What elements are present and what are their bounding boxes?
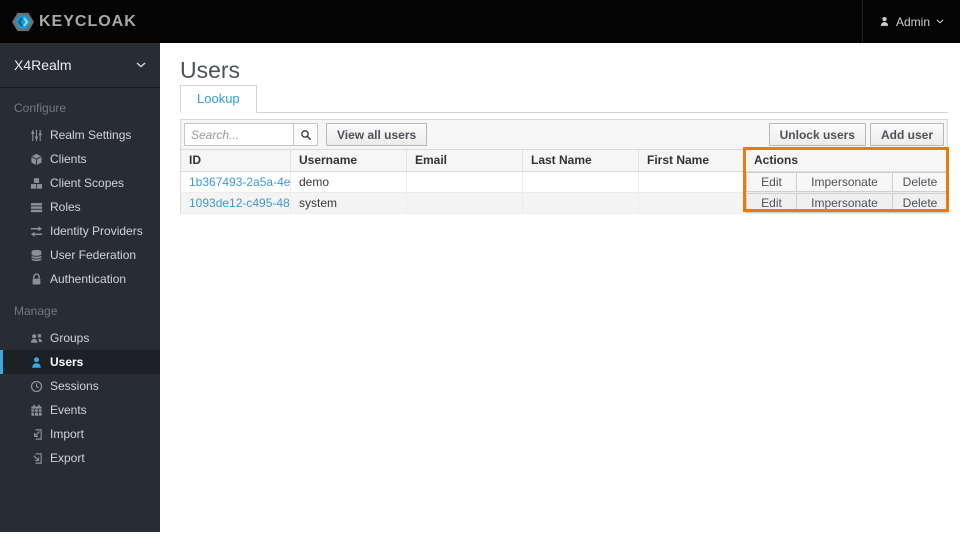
sidebar-item-export[interactable]: Export xyxy=(0,446,160,470)
users-table: ID Username Email Last Name First Name A… xyxy=(180,150,949,214)
users-icon xyxy=(29,331,43,345)
add-user-button[interactable]: Add user xyxy=(869,123,944,146)
sidebar-item-authentication[interactable]: Authentication xyxy=(0,267,160,291)
username-cell: demo xyxy=(290,171,407,193)
sidebar-item-label: Users xyxy=(50,355,84,369)
sidebar-item-identity-providers[interactable]: Identity Providers xyxy=(0,219,160,243)
admin-menu-label: Admin xyxy=(895,14,930,29)
sidebar-item-label: Events xyxy=(50,403,87,417)
realm-name: X4Realm xyxy=(14,57,72,73)
user-id-link[interactable]: 1b367493-2a5a-4edc-... xyxy=(189,175,290,189)
export-icon xyxy=(29,451,43,465)
sidebar-item-label: Roles xyxy=(50,200,81,214)
brand-text: KEYCLOAK xyxy=(39,12,137,30)
chevron-down-icon xyxy=(136,62,146,68)
main-content: Users Lookup View all users Unlock users… xyxy=(160,43,960,540)
first-name-cell xyxy=(638,192,746,214)
user-id-link[interactable]: 1093de12-c495-48d8-... xyxy=(189,196,290,210)
impersonate-button[interactable]: Impersonate xyxy=(796,171,893,191)
keycloak-logo[interactable]: KEYCLOAK xyxy=(0,11,137,33)
view-all-users-button[interactable]: View all users xyxy=(326,123,428,146)
email-cell xyxy=(406,171,523,193)
last-name-cell xyxy=(522,192,639,214)
unlock-users-button[interactable]: Unlock users xyxy=(768,123,866,146)
actions-cell: Edit Impersonate Delete xyxy=(745,192,949,214)
actions-cell: Edit Impersonate Delete xyxy=(745,171,949,193)
sidebar-item-label: Client Scopes xyxy=(50,176,125,190)
first-name-cell xyxy=(638,171,746,193)
section-label-configure: Configure xyxy=(14,101,67,115)
import-icon xyxy=(29,427,43,441)
database-icon xyxy=(29,248,43,262)
search-input[interactable] xyxy=(184,123,294,146)
last-name-cell xyxy=(522,171,639,193)
row-actions: Edit Impersonate Delete xyxy=(746,192,948,212)
username-cell: system xyxy=(290,192,407,214)
search-icon xyxy=(300,129,312,141)
sliders-icon xyxy=(29,128,43,142)
sidebar-item-label: Realm Settings xyxy=(50,128,132,142)
column-header-id: ID xyxy=(180,150,291,172)
tab-lookup[interactable]: Lookup xyxy=(180,85,257,113)
topbar: KEYCLOAK Admin xyxy=(0,0,960,43)
delete-button[interactable]: Delete xyxy=(892,192,948,212)
section-label-manage: Manage xyxy=(14,304,58,318)
row-actions: Edit Impersonate Delete xyxy=(746,171,948,191)
calendar-icon xyxy=(29,403,43,417)
email-cell xyxy=(406,192,523,214)
sidebar: X4Realm Configure Realm Settings Clients… xyxy=(0,43,160,532)
sidebar-item-sessions[interactable]: Sessions xyxy=(0,374,160,398)
page-title: Users xyxy=(180,57,241,83)
chevron-down-icon xyxy=(936,19,944,24)
list-icon xyxy=(29,200,43,214)
sidebar-item-label: User Federation xyxy=(50,248,137,262)
tabbar: Lookup xyxy=(180,85,948,113)
sidebar-item-label: Authentication xyxy=(50,272,127,286)
sidebar-item-user-federation[interactable]: User Federation xyxy=(0,243,160,267)
cubes-icon xyxy=(29,176,43,190)
cube-icon xyxy=(29,152,43,166)
sidebar-item-import[interactable]: Import xyxy=(0,422,160,446)
sidebar-item-clients[interactable]: Clients xyxy=(0,147,160,171)
sidebar-item-roles[interactable]: Roles xyxy=(0,195,160,219)
sidebar-item-label: Groups xyxy=(50,331,90,345)
sidebar-item-groups[interactable]: Groups xyxy=(0,326,160,350)
user-icon xyxy=(29,355,43,369)
clock-icon xyxy=(29,379,43,393)
table-header-row: ID Username Email Last Name First Name A… xyxy=(180,150,949,172)
column-header-username: Username xyxy=(290,150,407,172)
sidebar-item-realm-settings[interactable]: Realm Settings xyxy=(0,123,160,147)
sidebar-item-label: Export xyxy=(50,451,85,465)
edit-button[interactable]: Edit xyxy=(746,171,797,191)
sidebar-item-client-scopes[interactable]: Client Scopes xyxy=(0,171,160,195)
keycloak-shield-icon xyxy=(12,11,34,33)
table-row: 1b367493-2a5a-4edc-... demo Edit Imperso… xyxy=(180,171,949,193)
delete-button[interactable]: Delete xyxy=(892,171,948,191)
users-toolbar: View all users Unlock users Add user xyxy=(180,119,948,150)
column-header-first-name: First Name xyxy=(638,150,746,172)
exchange-icon xyxy=(29,224,43,238)
column-header-actions: Actions xyxy=(745,150,949,172)
column-header-email: Email xyxy=(406,150,523,172)
sidebar-item-users[interactable]: Users xyxy=(0,350,160,374)
lock-icon xyxy=(29,272,43,286)
configure-section: Configure Realm Settings Clients Client … xyxy=(0,101,160,291)
sidebar-item-label: Identity Providers xyxy=(50,224,143,238)
search-button[interactable] xyxy=(293,123,318,146)
sidebar-item-events[interactable]: Events xyxy=(0,398,160,422)
column-header-last-name: Last Name xyxy=(522,150,639,172)
admin-menu[interactable]: Admin xyxy=(861,0,960,43)
manage-section: Manage Groups Users Sessions Events Impo… xyxy=(0,304,160,470)
sidebar-item-label: Import xyxy=(50,427,85,441)
table-row: 1093de12-c495-48d8-... system Edit Imper… xyxy=(180,192,949,214)
sidebar-item-label: Clients xyxy=(50,152,87,166)
realm-selector[interactable]: X4Realm xyxy=(0,43,160,88)
sidebar-item-label: Sessions xyxy=(50,379,99,393)
impersonate-button[interactable]: Impersonate xyxy=(796,192,893,212)
edit-button[interactable]: Edit xyxy=(746,192,797,212)
user-icon xyxy=(879,16,890,27)
